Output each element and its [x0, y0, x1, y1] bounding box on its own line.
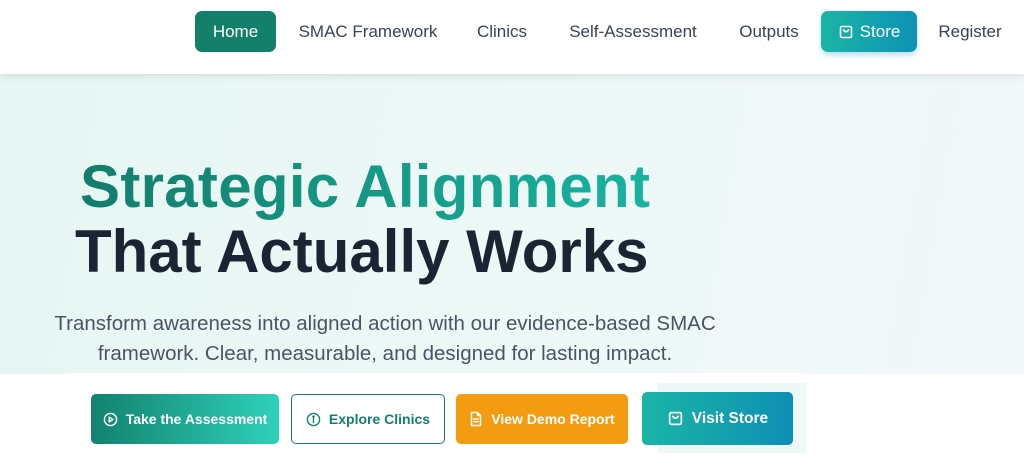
- nav-clinics[interactable]: Clinics: [468, 11, 536, 52]
- top-navbar: Home SMAC Framework Clinics Self-Assessm…: [0, 0, 1024, 74]
- nav-outputs[interactable]: Outputs: [730, 11, 808, 52]
- take-assessment-button[interactable]: Take the Assessment: [91, 394, 279, 444]
- view-demo-report-button[interactable]: View Demo Report: [456, 394, 628, 444]
- nav-home[interactable]: Home: [195, 11, 276, 52]
- view-demo-report-label: View Demo Report: [491, 411, 615, 427]
- document-icon: [469, 411, 483, 427]
- visit-store-button[interactable]: Visit Store: [642, 392, 793, 445]
- nav-smac-framework-label: SMAC Framework: [298, 21, 438, 41]
- nav-store-button[interactable]: Store: [821, 11, 917, 52]
- shopping-bag-icon: [838, 24, 854, 40]
- visit-store-label: Visit Store: [691, 409, 769, 427]
- explore-clinics-label: Explore Clinics: [328, 411, 431, 427]
- nav-register[interactable]: Register: [930, 11, 1010, 52]
- nav-outputs-label: Outputs: [739, 21, 799, 41]
- hero-headline-line1: Strategic Alignment: [80, 153, 651, 220]
- nav-home-label: Home: [212, 21, 259, 41]
- info-circle-icon: [306, 412, 321, 427]
- hero-subtitle-line1: Transform awareness into aligned action …: [54, 312, 716, 335]
- explore-clinics-button[interactable]: Explore Clinics: [291, 394, 445, 444]
- nav-smac-framework[interactable]: SMAC Framework: [290, 11, 446, 52]
- play-circle-icon: [103, 412, 118, 427]
- nav-clinics-label: Clinics: [476, 21, 528, 41]
- hero-headline-line2: That Actually Works: [75, 218, 649, 285]
- nav-self-assessment[interactable]: Self-Assessment: [558, 11, 708, 52]
- hero-subtitle: Transform awareness into aligned action …: [0, 309, 770, 369]
- shopping-bag-icon: [667, 410, 684, 427]
- take-assessment-label: Take the Assessment: [125, 411, 268, 427]
- nav-store-label: Store: [859, 21, 901, 41]
- nav-register-label: Register: [938, 21, 1002, 41]
- hero-subtitle-line2: framework. Clear, measurable, and design…: [97, 342, 673, 365]
- nav-self-assessment-label: Self-Assessment: [569, 21, 697, 41]
